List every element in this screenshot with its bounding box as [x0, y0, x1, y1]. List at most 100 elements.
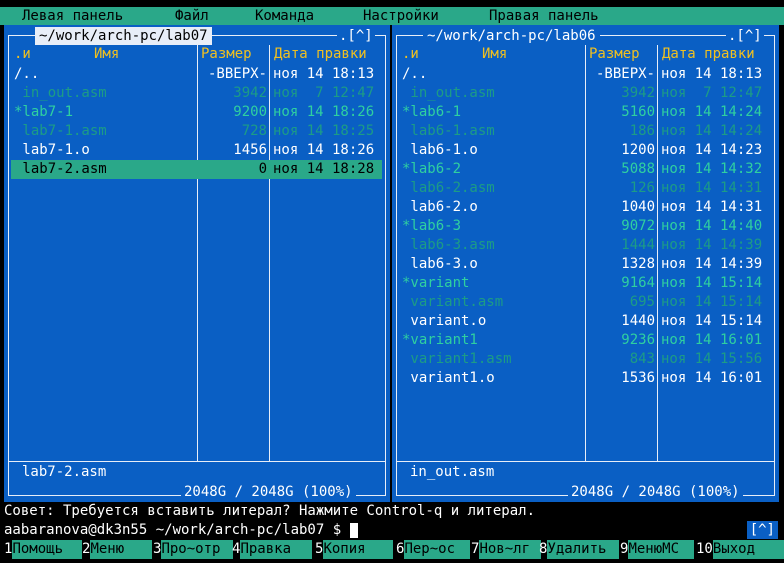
- file-row[interactable]: variant1.o 1536 ноя 14 16:01: [392, 369, 779, 388]
- file-date: ноя 14 16:01: [661, 332, 763, 348]
- menu-right-panel[interactable]: Правая панель: [489, 7, 599, 25]
- file-name: lab6-2.asm: [402, 180, 495, 196]
- fkey-10[interactable]: 10Выход: [696, 540, 784, 559]
- right-header-date[interactable]: Дата правки: [662, 46, 755, 62]
- file-row[interactable]: lab7-1.asm 728 ноя 14 18:25: [4, 122, 390, 141]
- file-row[interactable]: lab6-3.o 1328 ноя 14 14:39: [392, 255, 779, 274]
- file-row[interactable]: in_out.asm 3942 ноя 7 12:47: [4, 84, 390, 103]
- fkey-5[interactable]: 5Копия: [315, 540, 394, 559]
- fkey-label: Пер~ос: [404, 540, 471, 559]
- fkey-label: Меню: [90, 540, 153, 559]
- left-header-date[interactable]: Дата правки: [274, 46, 367, 62]
- file-row[interactable]: *lab6-3 9072 ноя 14 14:40: [392, 217, 779, 236]
- file-date: ноя 14 14:24: [661, 104, 763, 120]
- file-row[interactable]: *variant1 9236 ноя 14 16:01: [392, 331, 779, 350]
- file-row[interactable]: *lab6-2 5088 ноя 14 14:32: [392, 160, 779, 179]
- file-name: in_out.asm: [14, 85, 107, 101]
- file-row[interactable]: lab6-2.asm 126 ноя 14 14:31: [392, 179, 779, 198]
- file-size: 1440: [621, 313, 655, 329]
- file-size: 1328: [621, 256, 655, 272]
- right-header-size[interactable]: Размер: [589, 46, 640, 62]
- fkey-number: 7: [471, 541, 480, 557]
- file-row[interactable]: variant.o 1440 ноя 14 15:14: [392, 312, 779, 331]
- left-panel-history-button[interactable]: .[^]: [337, 27, 375, 45]
- file-row[interactable]: lab6-1.o 1200 ноя 14 14:23: [392, 141, 779, 160]
- prompt-history-button[interactable]: [^]: [746, 521, 778, 539]
- file-name: /..: [402, 66, 428, 82]
- file-date: ноя 14 15:14: [661, 294, 763, 310]
- file-date: ноя 14 14:39: [661, 256, 763, 272]
- file-row[interactable]: lab7-2.asm 0 ноя 14 18:28: [4, 160, 390, 179]
- file-name: lab6-1.o: [402, 142, 478, 158]
- file-name: lab6-1.asm: [402, 123, 495, 139]
- file-size: 9200: [233, 104, 267, 120]
- file-date: ноя 7 12:47: [661, 85, 763, 101]
- file-date: ноя 14 14:31: [661, 199, 763, 215]
- right-panel[interactable]: ~/work/arch-pc/lab06 .[^] .и Имя Размер …: [392, 25, 779, 502]
- file-row[interactable]: variant1.asm 843 ноя 14 15:56: [392, 350, 779, 369]
- right-disk-usage: 2048G / 2048G (100%): [568, 484, 743, 500]
- file-row[interactable]: lab6-1.asm 186 ноя 14 14:24: [392, 122, 779, 141]
- file-size: -ВВЕРХ-: [207, 66, 267, 82]
- file-name: *lab6-3: [402, 218, 462, 234]
- file-size: -ВВЕРХ-: [595, 66, 655, 82]
- fkey-2[interactable]: 2Меню: [82, 540, 153, 559]
- left-panel[interactable]: ~/work/arch-pc/lab07 .[^] .и Имя Размер …: [4, 25, 390, 502]
- fkey-number: 10: [696, 541, 713, 557]
- file-name: variant1.o: [402, 370, 495, 386]
- file-name: variant.o: [402, 313, 487, 329]
- right-panel-path[interactable]: ~/work/arch-pc/lab06: [423, 27, 600, 45]
- file-size: 9164: [621, 275, 655, 291]
- file-row[interactable]: variant.asm 695 ноя 14 15:14: [392, 293, 779, 312]
- file-row[interactable]: lab6-3.asm 1444 ноя 14 14:39: [392, 236, 779, 255]
- right-panel-history-button[interactable]: .[^]: [726, 27, 764, 45]
- file-row[interactable]: /.. -ВВЕРХ-ноя 14 18:13: [392, 65, 779, 84]
- menu-left-panel[interactable]: Левая панель: [22, 7, 123, 25]
- fkey-9[interactable]: 9МенюМС: [620, 540, 695, 559]
- file-row[interactable]: *variant 9164 ноя 14 15:14: [392, 274, 779, 293]
- fkey-label: Правка: [240, 540, 313, 559]
- function-key-bar: 1Помощь 2Меню 3Про~отр 4Правка 5Копия 6Пер~ос…: [0, 540, 784, 559]
- file-name: in_out.asm: [402, 85, 495, 101]
- file-size: 695: [629, 294, 655, 310]
- menu-command[interactable]: Команда: [255, 7, 314, 25]
- menu-settings[interactable]: Настройки: [363, 7, 439, 25]
- file-name: lab6-3.asm: [402, 237, 495, 253]
- left-mini-status: lab7-2.asm: [22, 464, 107, 480]
- shell-prompt[interactable]: aabaranova@dk3n55 ~/work/arch-pc/lab07 $: [4, 521, 744, 540]
- right-header-name[interactable]: Имя: [482, 46, 507, 62]
- file-date: ноя 14 14:24: [661, 123, 763, 139]
- file-row[interactable]: lab7-1.o 1456 ноя 14 18:26: [4, 141, 390, 160]
- file-date: ноя 14 18:13: [273, 66, 375, 82]
- file-date: ноя 14 16:01: [661, 370, 763, 386]
- file-row[interactable]: *lab6-1 5160 ноя 14 14:24: [392, 103, 779, 122]
- fkey-7[interactable]: 7Нов~лг: [471, 540, 542, 559]
- file-row[interactable]: lab6-2.o 1040 ноя 14 14:31: [392, 198, 779, 217]
- file-row[interactable]: *lab7-1 9200 ноя 14 18:26: [4, 103, 390, 122]
- fkey-label: Нов~лг: [479, 540, 542, 559]
- fkey-6[interactable]: 6Пер~ос: [396, 540, 471, 559]
- fkey-label: МенюМС: [628, 540, 695, 559]
- fkey-1[interactable]: 1Помощь: [4, 540, 83, 559]
- file-name: variant.asm: [402, 294, 504, 310]
- file-date: ноя 14 15:14: [661, 313, 763, 329]
- fkey-label: Копия: [323, 540, 394, 559]
- left-header-name[interactable]: Имя: [94, 46, 119, 62]
- file-date: ноя 14 18:28: [273, 161, 375, 177]
- fkey-3[interactable]: 3Про~отр: [153, 540, 234, 559]
- menu-bar: Левая панель Файл Команда Настройки Прав…: [0, 7, 784, 25]
- fkey-4[interactable]: 4Правка: [232, 540, 313, 559]
- file-date: ноя 14 14:40: [661, 218, 763, 234]
- left-panel-path[interactable]: ~/work/arch-pc/lab07: [35, 27, 212, 45]
- file-date: ноя 14 18:13: [661, 66, 763, 82]
- menu-file[interactable]: Файл: [175, 7, 209, 25]
- file-name: lab7-1.asm: [14, 123, 107, 139]
- fkey-8[interactable]: 8Удалить: [539, 540, 620, 559]
- fkey-number: 4: [232, 541, 241, 557]
- left-header-size[interactable]: Размер: [201, 46, 252, 62]
- file-size: 5088: [621, 161, 655, 177]
- file-row[interactable]: /.. -ВВЕРХ-ноя 14 18:13: [4, 65, 390, 84]
- file-row[interactable]: in_out.asm 3942 ноя 7 12:47: [392, 84, 779, 103]
- fkey-number: 5: [315, 541, 324, 557]
- file-size: 9236: [621, 332, 655, 348]
